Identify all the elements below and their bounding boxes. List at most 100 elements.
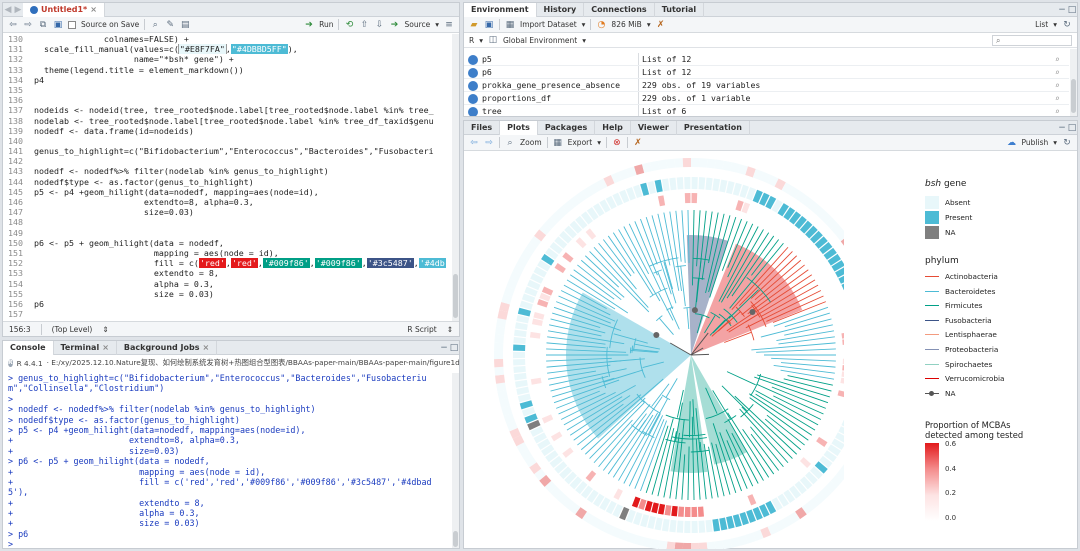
- code-line[interactable]: 146 extendto=8, alpha=0.3,: [3, 197, 451, 207]
- console-scrollbar[interactable]: [452, 373, 459, 548]
- maximize-icon[interactable]: □: [1067, 123, 1077, 133]
- code-line[interactable]: 143 nodedf <- nodedf%>% filter(nodelab %i…: [3, 166, 451, 176]
- zoom-icon[interactable]: ⌕: [505, 138, 515, 148]
- up-icon[interactable]: ⇧: [359, 20, 369, 30]
- chevron-down-icon[interactable]: ▾: [479, 36, 483, 45]
- code-line[interactable]: 153 extendto = 8,: [3, 268, 451, 278]
- source-button[interactable]: Source: [404, 20, 430, 29]
- editor-scrollbar[interactable]: [452, 34, 459, 321]
- code-line[interactable]: 134 p4: [3, 75, 451, 85]
- environment-row[interactable]: p6 List of 12 ⌕: [464, 66, 1069, 79]
- source-icon[interactable]: ➔: [389, 20, 399, 30]
- code-line[interactable]: 142: [3, 156, 451, 166]
- maximize-icon[interactable]: □: [1067, 5, 1077, 15]
- view-icon[interactable]: ⌕: [1055, 92, 1069, 104]
- code-line[interactable]: 155 size = 0.03): [3, 289, 451, 299]
- tab-environment[interactable]: Environment: [464, 2, 537, 17]
- environment-row[interactable]: tree List of 6 ⌕: [464, 105, 1069, 116]
- search-icon[interactable]: ⌕: [150, 20, 160, 30]
- chevron-down-icon[interactable]: ▾: [582, 36, 586, 45]
- language-selector[interactable]: R: [469, 36, 474, 45]
- expand-icon[interactable]: [468, 54, 478, 65]
- environment-scope-selector[interactable]: Global Environment: [503, 36, 577, 45]
- expand-icon[interactable]: [468, 93, 478, 104]
- list-view-selector[interactable]: List: [1035, 20, 1048, 29]
- file-type-selector[interactable]: R Script: [407, 325, 436, 334]
- import-dataset-button[interactable]: Import Dataset: [520, 20, 577, 29]
- code-line[interactable]: 152 fill = c('red','red', '#009f86', '#009…: [3, 258, 451, 269]
- refresh-icon[interactable]: ↻: [1062, 138, 1072, 148]
- tab-background-jobs[interactable]: Background Jobs ×: [117, 340, 218, 355]
- chevron-down-icon[interactable]: ▾: [1053, 138, 1057, 147]
- zoom-button[interactable]: Zoom: [520, 138, 542, 147]
- back-icon[interactable]: ◀: [3, 5, 13, 15]
- code-line[interactable]: 144 nodedf$type <- as.factor(genus_to_hig…: [3, 177, 451, 187]
- tab-history[interactable]: History: [537, 2, 585, 17]
- memory-usage[interactable]: 826 MiB: [611, 20, 641, 29]
- code-line[interactable]: 132 name="*bsh* gene") +: [3, 54, 451, 64]
- expand-icon[interactable]: [468, 80, 478, 91]
- tab-help[interactable]: Help: [595, 120, 631, 135]
- tab-presentation[interactable]: Presentation: [677, 120, 750, 135]
- tab-terminal[interactable]: Terminal ×: [54, 340, 117, 355]
- close-icon[interactable]: ×: [202, 341, 209, 355]
- view-icon[interactable]: ⌕: [1055, 53, 1069, 65]
- show-in-window-icon[interactable]: ⧉: [38, 20, 48, 30]
- run-button[interactable]: Run: [319, 20, 333, 29]
- back-arrow-icon[interactable]: ⇦: [8, 20, 18, 30]
- expand-icon[interactable]: [468, 106, 478, 116]
- code-line[interactable]: 148: [3, 217, 451, 227]
- code-line[interactable]: 150 p6 <- p5 + geom_hilight(data = nodedf…: [3, 238, 451, 248]
- minimize-icon[interactable]: −: [1057, 123, 1067, 133]
- save-icon[interactable]: ▣: [484, 20, 494, 30]
- code-line[interactable]: 135: [3, 85, 451, 95]
- publish-button[interactable]: Publish: [1022, 138, 1049, 147]
- environment-row[interactable]: p5 List of 12 ⌕: [464, 53, 1069, 66]
- tab-tutorial[interactable]: Tutorial: [655, 2, 705, 17]
- publish-icon[interactable]: ☁: [1007, 138, 1017, 148]
- remove-plot-icon[interactable]: ⊗: [612, 138, 622, 148]
- console-output[interactable]: > genus_to_highlight=c("Bifidobacterium"…: [3, 373, 451, 549]
- tab-untitled1[interactable]: Untitled1* ×: [23, 2, 105, 17]
- wand-icon[interactable]: ✎: [165, 20, 175, 30]
- chevron-down-icon[interactable]: ▾: [582, 20, 586, 29]
- environment-row[interactable]: proportions_df 229 obs. of 1 variable ⌕: [464, 92, 1069, 105]
- rerun-icon[interactable]: ⟲: [344, 20, 354, 30]
- export-icon[interactable]: ▦: [553, 138, 563, 148]
- tab-console[interactable]: Console: [3, 340, 54, 355]
- minimize-icon[interactable]: −: [439, 343, 449, 353]
- broom-icon[interactable]: ✗: [633, 138, 643, 148]
- code-line[interactable]: 154 alpha = 0.3,: [3, 279, 451, 289]
- forward-icon[interactable]: ▶: [13, 5, 23, 15]
- code-area[interactable]: 130 colnames=FALSE) +131 scale_fill_manu…: [3, 34, 451, 321]
- refresh-icon[interactable]: ↻: [1062, 20, 1072, 30]
- maximize-icon[interactable]: □: [449, 343, 459, 353]
- compile-icon[interactable]: ▤: [180, 20, 190, 30]
- open-icon[interactable]: ▰: [469, 20, 479, 30]
- next-plot-icon[interactable]: ⇨: [484, 138, 494, 148]
- view-icon[interactable]: ⌕: [1055, 66, 1069, 78]
- code-line[interactable]: 149: [3, 228, 451, 238]
- close-icon[interactable]: ×: [90, 3, 97, 17]
- chevron-down-icon[interactable]: ▾: [1053, 20, 1057, 29]
- view-icon[interactable]: ⌕: [1055, 79, 1069, 91]
- code-line[interactable]: 141 genus_to_highlight=c("Bifidobacterium…: [3, 146, 451, 156]
- chevron-down-icon[interactable]: ▾: [435, 20, 439, 29]
- environment-search-input[interactable]: ⌕: [992, 34, 1072, 46]
- view-icon[interactable]: ⌕: [1055, 105, 1069, 116]
- chevron-down-icon[interactable]: ▾: [647, 20, 651, 29]
- source-on-save-checkbox[interactable]: [68, 20, 76, 29]
- tab-packages[interactable]: Packages: [538, 120, 596, 135]
- tab-connections[interactable]: Connections: [584, 2, 655, 17]
- tab-plots[interactable]: Plots: [500, 120, 538, 135]
- close-icon[interactable]: ×: [102, 341, 109, 355]
- minimize-icon[interactable]: −: [1057, 5, 1067, 15]
- run-icon[interactable]: ➔: [304, 20, 314, 30]
- export-button[interactable]: Export: [568, 138, 593, 147]
- expand-icon[interactable]: [468, 67, 478, 78]
- code-line[interactable]: 156 p6: [3, 299, 451, 309]
- previous-plot-icon[interactable]: ⇦: [469, 138, 479, 148]
- environment-scrollbar[interactable]: [1070, 49, 1077, 116]
- tab-files[interactable]: Files: [464, 120, 501, 135]
- working-directory[interactable]: · E:/xy/2025.12.10.Nature复现、如何绘制系统发育树+热图…: [47, 358, 459, 368]
